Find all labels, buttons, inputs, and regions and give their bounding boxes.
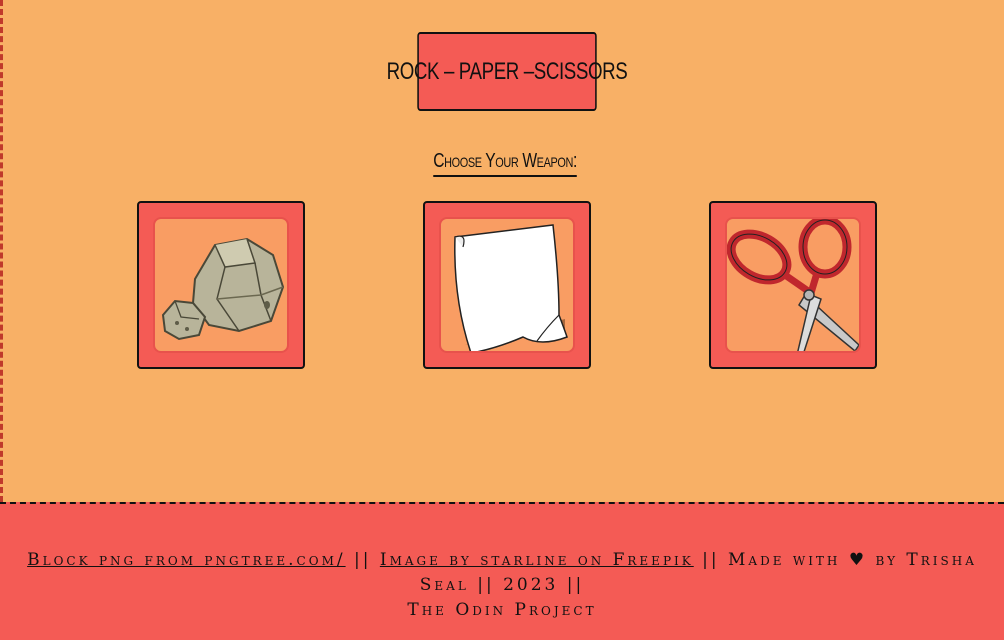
rock-button[interactable] [137,201,305,369]
rock-icon [161,237,285,341]
paper-button[interactable] [423,201,591,369]
pngtree-link[interactable]: Block png from pngtree.com/ [27,550,345,570]
rock-card-inner [153,217,289,353]
footer: Block png from pngtree.com/ || Image by … [0,502,1004,640]
subtitle-wrap: Choose Your Weapon: [3,150,1004,177]
footer-credits: Block png from pngtree.com/ || Image by … [0,548,1004,623]
main-section: ROCK – PAPER –SCISSORS Choose Your Weapo… [0,0,1004,502]
footer-made-with: || Made with [693,550,849,570]
scissors-icon [727,219,859,351]
paper-card-inner [439,217,575,353]
page-title: ROCK – PAPER –SCISSORS [386,57,628,85]
paper-icon [454,224,568,351]
scissors-card-inner [725,217,861,353]
title-box: ROCK – PAPER –SCISSORS [387,32,628,111]
choose-weapon-heading: Choose Your Weapon: [433,150,577,177]
scissors-button[interactable] [709,201,877,369]
footer-odin: The Odin Project [407,600,597,620]
freepik-link[interactable]: Image by starline on Freepik [380,550,694,570]
heart-icon: ♥ [848,550,868,570]
footer-separator: || [345,550,380,570]
